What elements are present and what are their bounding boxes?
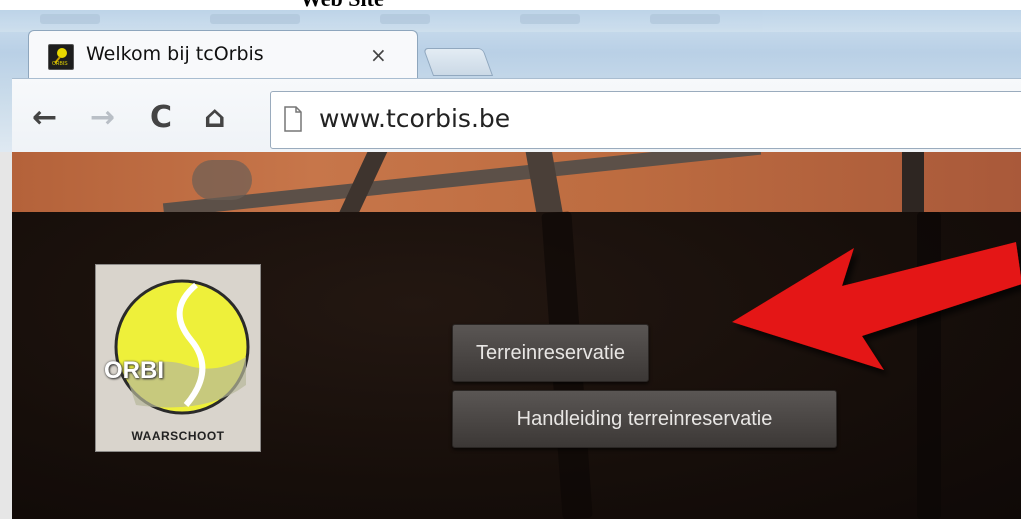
logo-subtitle: WAARSCHOOT	[131, 429, 225, 443]
background-taskbar	[0, 10, 1021, 32]
caption-strip: Web Site	[0, 0, 1021, 10]
tennis-ball-icon	[96, 265, 260, 425]
forward-icon[interactable]: →	[90, 103, 115, 133]
club-logo[interactable]: ORBI WAARSCHOOT	[95, 264, 261, 452]
tab-close-icon[interactable]: ×	[370, 43, 387, 67]
hero-image	[12, 152, 1021, 212]
favicon-icon: ORBIS	[48, 44, 74, 70]
url-text[interactable]: www.tcorbis.be	[319, 104, 510, 133]
page-content: ORBI WAARSCHOOT Terreinreservatie Handle…	[12, 152, 1021, 519]
caption-text: Web Site	[300, 0, 384, 10]
home-icon[interactable]: ⌂	[204, 103, 225, 133]
logo-name: ORBI	[104, 357, 164, 384]
handleiding-button[interactable]: Handleiding terreinreservatie	[452, 390, 837, 448]
address-bar[interactable]: www.tcorbis.be	[270, 91, 1021, 149]
svg-text:ORBIS: ORBIS	[52, 61, 68, 66]
back-icon[interactable]: ←	[32, 103, 57, 133]
browser-toolbar: ← → C ⌂ www.tcorbis.be	[12, 78, 1021, 152]
tab-title[interactable]: Welkom bij tcOrbis	[86, 43, 264, 65]
window-edge	[0, 152, 12, 519]
page-icon	[284, 106, 302, 132]
terreinreservatie-button[interactable]: Terreinreservatie	[452, 324, 649, 382]
browser-chrome: ORBIS Welkom bij tcOrbis × ← → C ⌂ www.t…	[0, 10, 1021, 152]
arrow-icon	[732, 242, 1021, 370]
reload-icon[interactable]: C	[150, 103, 172, 133]
new-tab-button[interactable]	[422, 48, 494, 76]
